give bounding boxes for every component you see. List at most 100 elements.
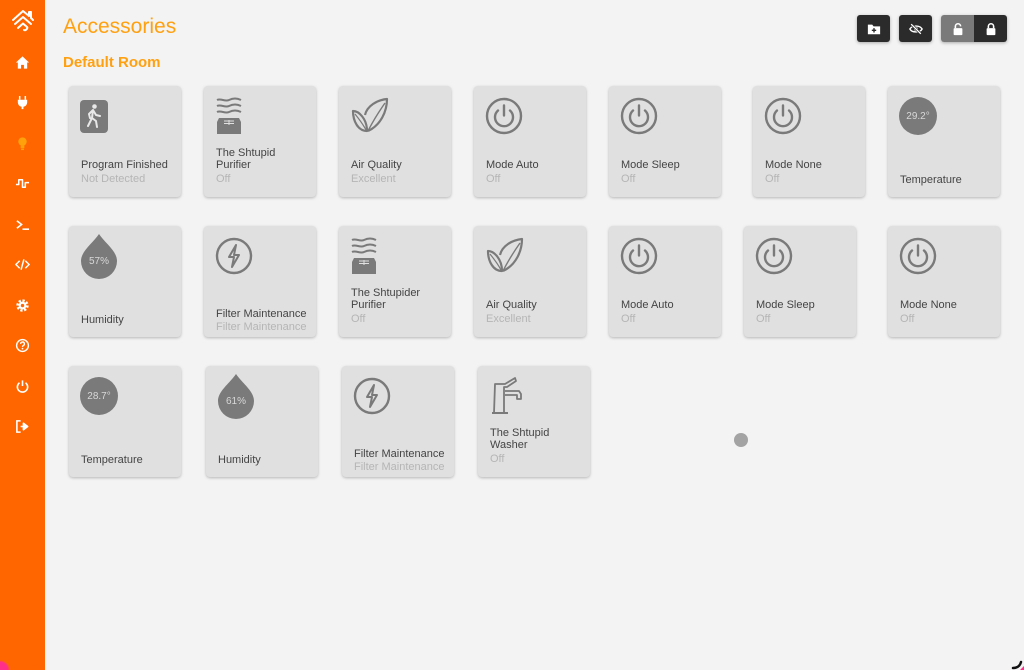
tile-text: Mode Auto Off bbox=[486, 159, 578, 186]
tile-status: Off bbox=[351, 313, 366, 325]
humidity-drop-icon: 61% bbox=[217, 374, 257, 419]
tile-name: Mode None bbox=[900, 299, 957, 311]
tile-text: Temperature bbox=[900, 174, 992, 186]
accessory-tile[interactable]: The Shtupider Purifier Off bbox=[339, 226, 451, 337]
pulse-icon bbox=[15, 176, 30, 191]
temperature-value: 29.2° bbox=[899, 97, 937, 135]
lock-toggle bbox=[941, 15, 1007, 42]
humidity-value: 57% bbox=[88, 256, 109, 267]
humidity-drop-icon: 57% bbox=[80, 234, 120, 279]
sidebar bbox=[0, 0, 45, 670]
terminal-icon bbox=[15, 217, 30, 232]
tile-name: Temperature bbox=[900, 174, 962, 186]
home-icon bbox=[15, 55, 30, 70]
sidebar-item-terminal[interactable] bbox=[0, 204, 45, 245]
tile-name: Filter Maintenance bbox=[354, 448, 445, 460]
tile-name: The Shtupid Purifier bbox=[216, 147, 276, 171]
unlock-icon bbox=[953, 22, 962, 35]
folder-plus-icon bbox=[867, 24, 880, 34]
sidebar-item-help[interactable] bbox=[0, 326, 45, 367]
accessory-tile[interactable]: Mode None Off bbox=[888, 226, 1000, 337]
tile-text: The Shtupider Purifier Off bbox=[351, 287, 443, 326]
tile-text: Filter Maintenance Filter Maintenance bbox=[216, 308, 308, 333]
tile-text: Filter Maintenance Filter Maintenance bbox=[354, 448, 446, 473]
motion-sensor-icon bbox=[80, 96, 120, 136]
tile-status: Off bbox=[486, 173, 501, 185]
unlock-button[interactable] bbox=[941, 15, 974, 42]
logout-icon bbox=[15, 419, 30, 434]
accessory-tile[interactable]: Mode None Off bbox=[753, 86, 865, 197]
main-content: Accessories Default Room Program Finishe… bbox=[45, 0, 1024, 670]
tile-text: Humidity bbox=[81, 314, 173, 326]
power-icon bbox=[620, 96, 660, 136]
tile-status: Excellent bbox=[486, 313, 531, 325]
tile-name: Temperature bbox=[81, 454, 143, 466]
accessory-tile[interactable]: Air Quality Excellent bbox=[339, 86, 451, 197]
lightning-icon bbox=[353, 376, 393, 416]
accessory-tile[interactable]: 28.7° Temperature bbox=[69, 366, 181, 477]
accessory-tile[interactable]: Mode Auto Off bbox=[609, 226, 721, 337]
sidebar-item-power[interactable] bbox=[0, 366, 45, 407]
leaf-icon bbox=[485, 236, 525, 276]
tile-name: Humidity bbox=[218, 454, 261, 466]
accessory-tile[interactable]: Mode Sleep Off bbox=[609, 86, 721, 197]
sidebar-item-settings[interactable] bbox=[0, 285, 45, 326]
sidebar-item-accessories[interactable] bbox=[0, 123, 45, 164]
accessory-tile[interactable]: The Shtupid Washer Off bbox=[478, 366, 590, 477]
accessory-tile[interactable]: The Shtupid Purifier Off bbox=[204, 86, 316, 197]
tile-text: Mode Auto Off bbox=[621, 299, 713, 326]
tile-status: Off bbox=[490, 453, 505, 465]
temperature-badge: 29.2° bbox=[899, 96, 939, 136]
lightning-icon bbox=[215, 236, 255, 276]
gear-icon bbox=[15, 298, 30, 313]
sidebar-item-status[interactable] bbox=[0, 164, 45, 205]
tile-text: Humidity bbox=[218, 454, 310, 466]
power-icon bbox=[485, 96, 525, 136]
tile-status: Off bbox=[756, 313, 771, 325]
resize-corner-icon bbox=[1011, 660, 1024, 670]
tile-name: Mode Sleep bbox=[621, 159, 680, 171]
tile-name: Air Quality bbox=[351, 159, 402, 171]
sidebar-item-logout[interactable] bbox=[0, 407, 45, 448]
room-title: Default Room bbox=[63, 54, 161, 71]
accessory-tile[interactable]: Mode Sleep Off bbox=[744, 226, 856, 337]
accessory-tile[interactable]: Filter Maintenance Filter Maintenance bbox=[204, 226, 316, 337]
tile-name: Mode Sleep bbox=[756, 299, 815, 311]
tile-status: Off bbox=[900, 313, 915, 325]
humidity-value: 61% bbox=[225, 396, 246, 407]
tile-name: The Shtupider Purifier bbox=[351, 287, 421, 311]
tile-text: Temperature bbox=[81, 454, 173, 466]
sidebar-item-home[interactable] bbox=[0, 42, 45, 83]
page-title: Accessories bbox=[63, 15, 177, 38]
lock-button[interactable] bbox=[974, 15, 1007, 42]
tile-status: Off bbox=[621, 313, 636, 325]
accessory-tile[interactable]: 29.2° Temperature bbox=[888, 86, 1000, 197]
tile-text: Mode Sleep Off bbox=[756, 299, 848, 326]
tile-text: The Shtupid Purifier Off bbox=[216, 147, 308, 186]
sidebar-item-config[interactable] bbox=[0, 245, 45, 286]
tile-name: Mode Auto bbox=[486, 159, 539, 171]
accessory-tile[interactable]: 57% Humidity bbox=[69, 226, 181, 337]
tile-status: Off bbox=[621, 173, 636, 185]
tile-text: Mode None Off bbox=[765, 159, 857, 186]
accessory-tile[interactable]: Filter Maintenance Filter Maintenance bbox=[342, 366, 454, 477]
tile-name: Humidity bbox=[81, 314, 124, 326]
power-icon bbox=[755, 236, 795, 276]
power-icon bbox=[764, 96, 804, 136]
air-purifier-icon bbox=[215, 96, 255, 136]
add-room-button[interactable] bbox=[857, 15, 890, 42]
tile-name: Mode Auto bbox=[621, 299, 674, 311]
toolbar bbox=[857, 15, 1007, 42]
accessory-tile[interactable]: Program Finished Not Detected bbox=[69, 86, 181, 197]
lock-icon bbox=[986, 22, 995, 35]
accessory-tile[interactable]: Mode Auto Off bbox=[474, 86, 586, 197]
hide-accessories-button[interactable] bbox=[899, 15, 932, 42]
tile-text: Mode Sleep Off bbox=[621, 159, 713, 186]
tile-status: Off bbox=[765, 173, 780, 185]
accessory-tile[interactable]: 61% Humidity bbox=[206, 366, 318, 477]
accessory-tile[interactable]: Air Quality Excellent bbox=[474, 226, 586, 337]
homebridge-logo-icon[interactable] bbox=[8, 6, 38, 36]
power-icon bbox=[620, 236, 660, 276]
air-purifier-icon bbox=[350, 236, 390, 276]
sidebar-item-plugins[interactable] bbox=[0, 83, 45, 124]
